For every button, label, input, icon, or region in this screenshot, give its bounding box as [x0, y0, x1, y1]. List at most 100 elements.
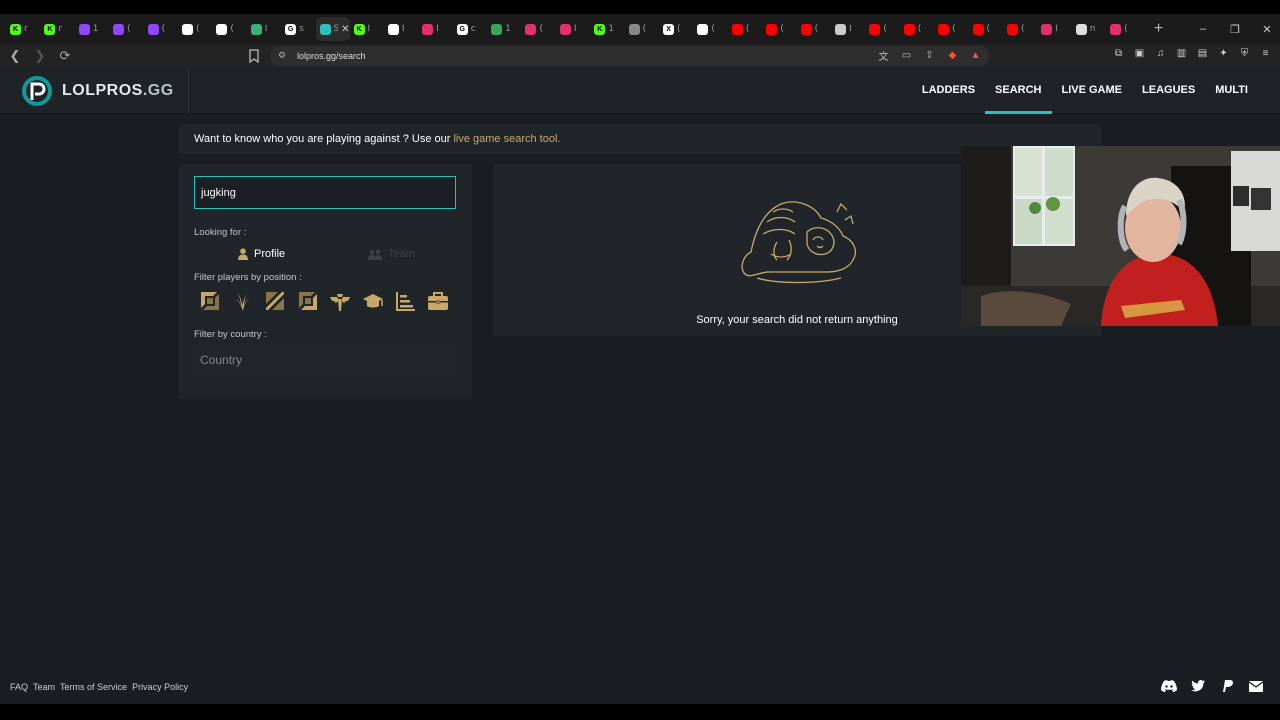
bookmark-icon[interactable] [247, 48, 261, 64]
close-tab-icon[interactable]: ✕ [341, 24, 349, 35]
browser-tab[interactable]: ( [178, 17, 212, 41]
top-lane-icon[interactable] [199, 290, 221, 312]
tab-title: ( [539, 24, 543, 34]
screenshot-icon[interactable]: ▣ [1133, 48, 1146, 62]
leo-ai-icon[interactable]: ✦ [1217, 48, 1230, 62]
jungle-icon[interactable] [232, 290, 254, 312]
mid-lane-icon[interactable] [264, 290, 286, 312]
search-input[interactable] [194, 176, 456, 209]
globe-icon [628, 23, 640, 35]
browser-tab[interactable]: I [384, 17, 418, 41]
browser-tab[interactable]: X( [659, 17, 693, 41]
browser-tab[interactable]: ( [109, 17, 143, 41]
nav-search[interactable]: SEARCH [985, 68, 1052, 114]
browser-tab[interactable]: I [418, 17, 452, 41]
restore-icon[interactable]: ❐ [1228, 23, 1242, 36]
browser-tab[interactable]: Gs [281, 17, 315, 41]
browser-tab[interactable]: Gc [453, 17, 487, 41]
browser-tab[interactable]: ( [728, 17, 762, 41]
extensions-icon[interactable]: ⧉ [1112, 48, 1125, 62]
share-icon[interactable]: ⇪ [923, 49, 936, 62]
kick-icon: K [10, 23, 21, 35]
discord-icon[interactable] [1161, 679, 1177, 693]
vpn-icon[interactable]: ⛨ [1238, 48, 1251, 62]
browser-tab[interactable]: ( [144, 17, 178, 41]
forward-icon[interactable]: ❯ [30, 48, 50, 64]
instagram-icon [422, 23, 434, 35]
browser-tab[interactable]: KI [350, 17, 384, 41]
cast-icon[interactable]: ▭ [900, 49, 913, 62]
music-icon[interactable]: ♫ [1154, 48, 1167, 62]
live-game-link[interactable]: live game search tool. [453, 133, 560, 145]
new-tab-icon[interactable]: + [1149, 20, 1169, 38]
browser-tab[interactable]: ( [521, 17, 555, 41]
footer-link[interactable]: Terms of Service [60, 682, 127, 692]
browser-tab[interactable]: ( [797, 17, 831, 41]
browser-tab[interactable]: Kr [40, 17, 74, 41]
browser-tab[interactable]: ( [1003, 17, 1037, 41]
wallet-icon[interactable]: ▤ [1196, 48, 1209, 62]
address-bar[interactable]: ⚙ lolpros.gg/search 文 ▭ ⇪ ◆ ▲ [270, 46, 990, 66]
mail-icon[interactable] [1248, 679, 1264, 693]
minimize-icon[interactable]: – [1196, 23, 1210, 35]
kick-icon: K [353, 23, 365, 35]
translate-icon[interactable]: 文 [877, 49, 890, 63]
tiktok-icon [216, 23, 228, 35]
browser-tab[interactable]: ( [693, 17, 727, 41]
nav-ladders[interactable]: LADDERS [912, 68, 985, 114]
bot-lane-icon[interactable] [297, 290, 319, 312]
position-filter-label: Filter players by position : [194, 272, 302, 283]
country-select[interactable]: Country [194, 344, 456, 376]
brave-rewards-icon[interactable]: ▲ [969, 49, 982, 62]
browser-tab[interactable]: 1 [75, 17, 109, 41]
browser-tab[interactable]: 1 [487, 17, 521, 41]
reload-icon[interactable]: ⟳ [55, 48, 75, 64]
nav-leagues[interactable]: LEAGUES [1132, 68, 1205, 114]
tab-title: ( [814, 24, 819, 34]
browser-tab[interactable]: S ✕ [315, 17, 350, 41]
browser-tab[interactable]: K1 [590, 17, 624, 41]
browser-tab[interactable]: ( [762, 17, 796, 41]
web-page: LOLPROS.GG LADDERS SEARCH LIVE GAME LEAGUES… [0, 68, 1280, 704]
browser-tab[interactable]: ( [969, 17, 1003, 41]
close-window-icon[interactable]: ✕ [1260, 23, 1274, 36]
browser-tab[interactable]: Kr [6, 17, 40, 41]
profile-option[interactable]: Profile [238, 244, 285, 264]
twitter-icon[interactable] [1190, 679, 1206, 693]
browser-tab[interactable]: ( [934, 17, 968, 41]
browser-tab[interactable]: ( [900, 17, 934, 41]
tiktok-icon [697, 23, 709, 35]
nav-live-game[interactable]: LIVE GAME [1052, 68, 1133, 114]
browser-tab[interactable]: I [831, 17, 865, 41]
footer-link[interactable]: Privacy Policy [132, 682, 188, 692]
globe-icon [834, 23, 846, 35]
browser-tab[interactable]: I [556, 17, 590, 41]
site-info-icon[interactable]: ⚙ [278, 50, 290, 62]
footer-link[interactable]: Team [33, 682, 55, 692]
browser-tab[interactable]: I [1037, 17, 1071, 41]
menu-icon[interactable]: ≡ [1259, 48, 1272, 62]
browser-tab[interactable]: ( [212, 17, 246, 41]
site-logo[interactable]: LOLPROS.GG [21, 75, 174, 107]
youtube-icon [903, 23, 915, 35]
back-icon[interactable]: ❮ [5, 48, 25, 64]
support-icon[interactable] [329, 290, 351, 312]
window-controls: – ❐ ✕ [1196, 14, 1274, 44]
paypal-icon[interactable] [1219, 679, 1235, 693]
nav-multi[interactable]: MULTI [1205, 68, 1258, 114]
team-option[interactable]: Team [368, 244, 415, 264]
footer-link[interactable]: FAQ [10, 682, 28, 692]
sidebar-icon[interactable]: ▥ [1175, 48, 1188, 62]
twitch-icon [113, 23, 125, 35]
browser-tab[interactable]: I [247, 17, 281, 41]
manager-icon[interactable] [427, 290, 449, 312]
brave-shields-icon[interactable]: ◆ [946, 49, 959, 62]
browser-toolbar: ❮ ❯ ⟳ ⚙ lolpros.gg/search 文 ▭ ⇪ ◆ ▲ ⧉ ▣ … [0, 44, 1280, 68]
url-actions: 文 ▭ ⇪ ◆ ▲ [877, 49, 982, 63]
browser-tab[interactable]: ( [625, 17, 659, 41]
analyst-icon[interactable] [394, 290, 416, 312]
browser-tab[interactable]: n [1072, 17, 1106, 41]
browser-tab[interactable]: ( [865, 17, 899, 41]
browser-tab[interactable]: ( [1106, 17, 1140, 41]
coach-icon[interactable] [362, 290, 384, 312]
